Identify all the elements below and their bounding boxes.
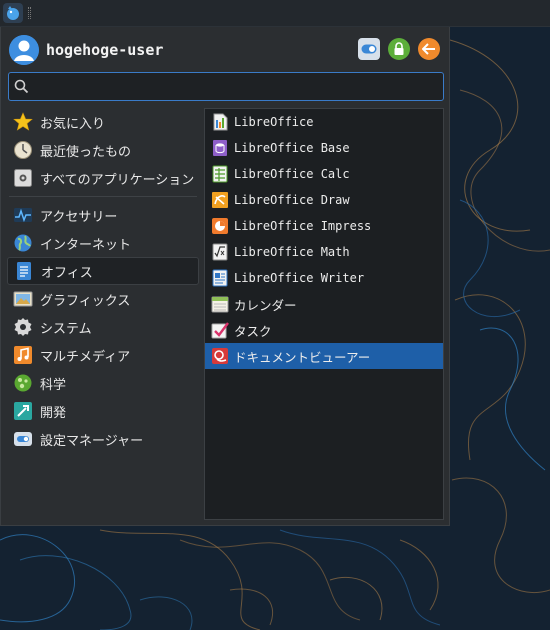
lock-icon (394, 42, 404, 55)
app-libreoffice-calc[interactable]: LibreOffice Calc (205, 161, 443, 187)
lock-screen-button[interactable] (388, 38, 410, 60)
category-label: システム (40, 321, 92, 337)
category-label: 設定マネージャー (40, 433, 144, 449)
libreoffice-base-icon (210, 138, 230, 158)
search-box[interactable] (8, 72, 444, 101)
app-label: LibreOffice (234, 115, 314, 129)
category-favorites[interactable]: お気に入り (7, 108, 199, 136)
app-label: LibreOffice Calc (234, 167, 350, 181)
category-internet[interactable]: インターネット (7, 229, 199, 257)
category-label: グラフィックス (40, 293, 131, 309)
app-libreoffice-impress[interactable]: LibreOffice Impress (205, 213, 443, 239)
development-icon (13, 401, 33, 421)
libreoffice-draw-icon (210, 190, 230, 210)
application-list: LibreOffice LibreOffice Base LibreOffice… (204, 108, 444, 520)
libreoffice-writer-icon (210, 268, 230, 288)
tasks-icon (210, 320, 230, 340)
user-avatar (9, 35, 39, 65)
all-apps-icon (13, 168, 33, 188)
category-label: マルチメディア (40, 349, 131, 365)
category-office[interactable]: オフィス (7, 257, 199, 285)
category-settings-manager[interactable]: 設定マネージャー (7, 425, 199, 453)
settings-manager-button[interactable] (358, 38, 380, 60)
app-label: タスク (234, 323, 272, 339)
app-libreoffice-math[interactable]: LibreOffice Math (205, 239, 443, 265)
libreoffice-math-icon (210, 242, 230, 262)
gear-icon (13, 317, 33, 337)
clock-icon (13, 140, 33, 160)
toggle-icon (361, 44, 377, 54)
app-label: LibreOffice Math (234, 245, 350, 259)
app-tasks[interactable]: タスク (205, 317, 443, 343)
category-graphics[interactable]: グラフィックス (7, 285, 199, 313)
science-icon (13, 373, 33, 393)
category-label: すべてのアプリケーション (40, 172, 195, 188)
category-label: 開発 (40, 405, 67, 421)
whisker-menu: hogehoge-user お気に入り 最近使ったもの すべてのアプリケーション… (0, 27, 450, 526)
menu-header: hogehoge-user (1, 27, 451, 71)
arrow-left-icon (422, 43, 435, 55)
accessories-icon (13, 205, 33, 225)
app-label: LibreOffice Writer (234, 271, 365, 285)
category-label: お気に入り (40, 116, 106, 132)
category-science[interactable]: 科学 (7, 369, 199, 397)
app-label: LibreOffice Base (234, 141, 350, 155)
whisker-menu-button[interactable] (3, 3, 23, 23)
category-separator (9, 196, 197, 197)
panel-drag-handle[interactable] (28, 7, 31, 19)
app-label: LibreOffice Impress (234, 219, 372, 233)
libreoffice-calc-icon (210, 164, 230, 184)
top-panel (0, 0, 550, 27)
app-libreoffice-writer[interactable]: LibreOffice Writer (205, 265, 443, 291)
category-label: オフィス (41, 265, 93, 281)
app-libreoffice-base[interactable]: LibreOffice Base (205, 135, 443, 161)
calendar-icon (210, 294, 230, 314)
graphics-icon (13, 289, 33, 309)
category-system[interactable]: システム (7, 313, 199, 341)
document-viewer-icon (210, 346, 230, 366)
category-label: アクセサリー (40, 209, 118, 225)
search-input[interactable] (35, 76, 435, 97)
libreoffice-impress-icon (210, 216, 230, 236)
app-document-viewer[interactable]: ドキュメントビューアー (205, 343, 443, 369)
settings-toggle-icon (13, 429, 33, 449)
log-out-button[interactable] (418, 38, 440, 60)
category-recent[interactable]: 最近使ったもの (7, 136, 199, 164)
category-label: 科学 (40, 377, 67, 393)
music-icon (13, 345, 33, 365)
app-label: ドキュメントビューアー (234, 349, 371, 365)
star-icon (13, 112, 33, 132)
app-libreoffice[interactable]: LibreOffice (205, 109, 443, 135)
app-label: LibreOffice Draw (234, 193, 350, 207)
app-label: カレンダー (234, 297, 297, 313)
search-icon (14, 79, 29, 94)
user-avatar-icon (9, 35, 39, 65)
globe-icon (13, 233, 33, 253)
app-libreoffice-draw[interactable]: LibreOffice Draw (205, 187, 443, 213)
category-development[interactable]: 開発 (7, 397, 199, 425)
category-accessories[interactable]: アクセサリー (7, 201, 199, 229)
category-label: 最近使ったもの (40, 144, 132, 160)
category-label: インターネット (40, 237, 132, 253)
category-all-applications[interactable]: すべてのアプリケーション (7, 164, 199, 192)
category-list: お気に入り 最近使ったもの すべてのアプリケーション アクセサリー インターネッ… (7, 108, 199, 453)
username: hogehoge-user (46, 41, 164, 59)
libreoffice-icon (210, 112, 230, 132)
office-icon (14, 261, 34, 281)
app-calendar[interactable]: カレンダー (205, 291, 443, 317)
category-multimedia[interactable]: マルチメディア (7, 341, 199, 369)
xfce-mouse-icon (7, 6, 19, 20)
